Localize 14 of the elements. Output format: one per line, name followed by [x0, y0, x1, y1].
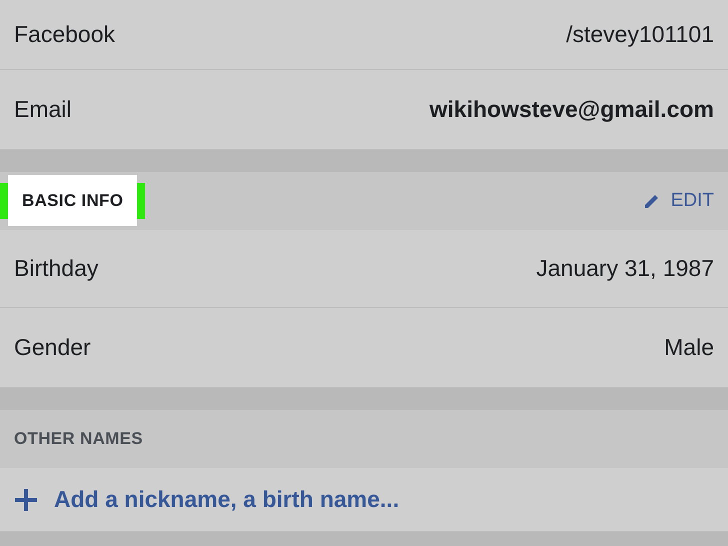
pencil-icon: [642, 192, 661, 210]
field-value: wikihowsteve@gmail.com: [430, 96, 714, 123]
field-value: /stevey101101: [566, 21, 714, 48]
field-label: Gender: [14, 334, 91, 361]
add-nickname-link[interactable]: Add a nickname, a birth name...: [14, 486, 400, 513]
edit-link[interactable]: EDIT: [642, 190, 714, 212]
plus-icon: [14, 488, 38, 512]
field-value: Male: [664, 334, 714, 361]
field-value: January 31, 1987: [536, 255, 714, 282]
field-label: Facebook: [14, 21, 116, 48]
field-label: Birthday: [14, 255, 98, 282]
field-label: Email: [14, 96, 72, 123]
section-title: BASIC INFO: [8, 175, 138, 226]
section-title: OTHER NAMES: [14, 429, 143, 449]
